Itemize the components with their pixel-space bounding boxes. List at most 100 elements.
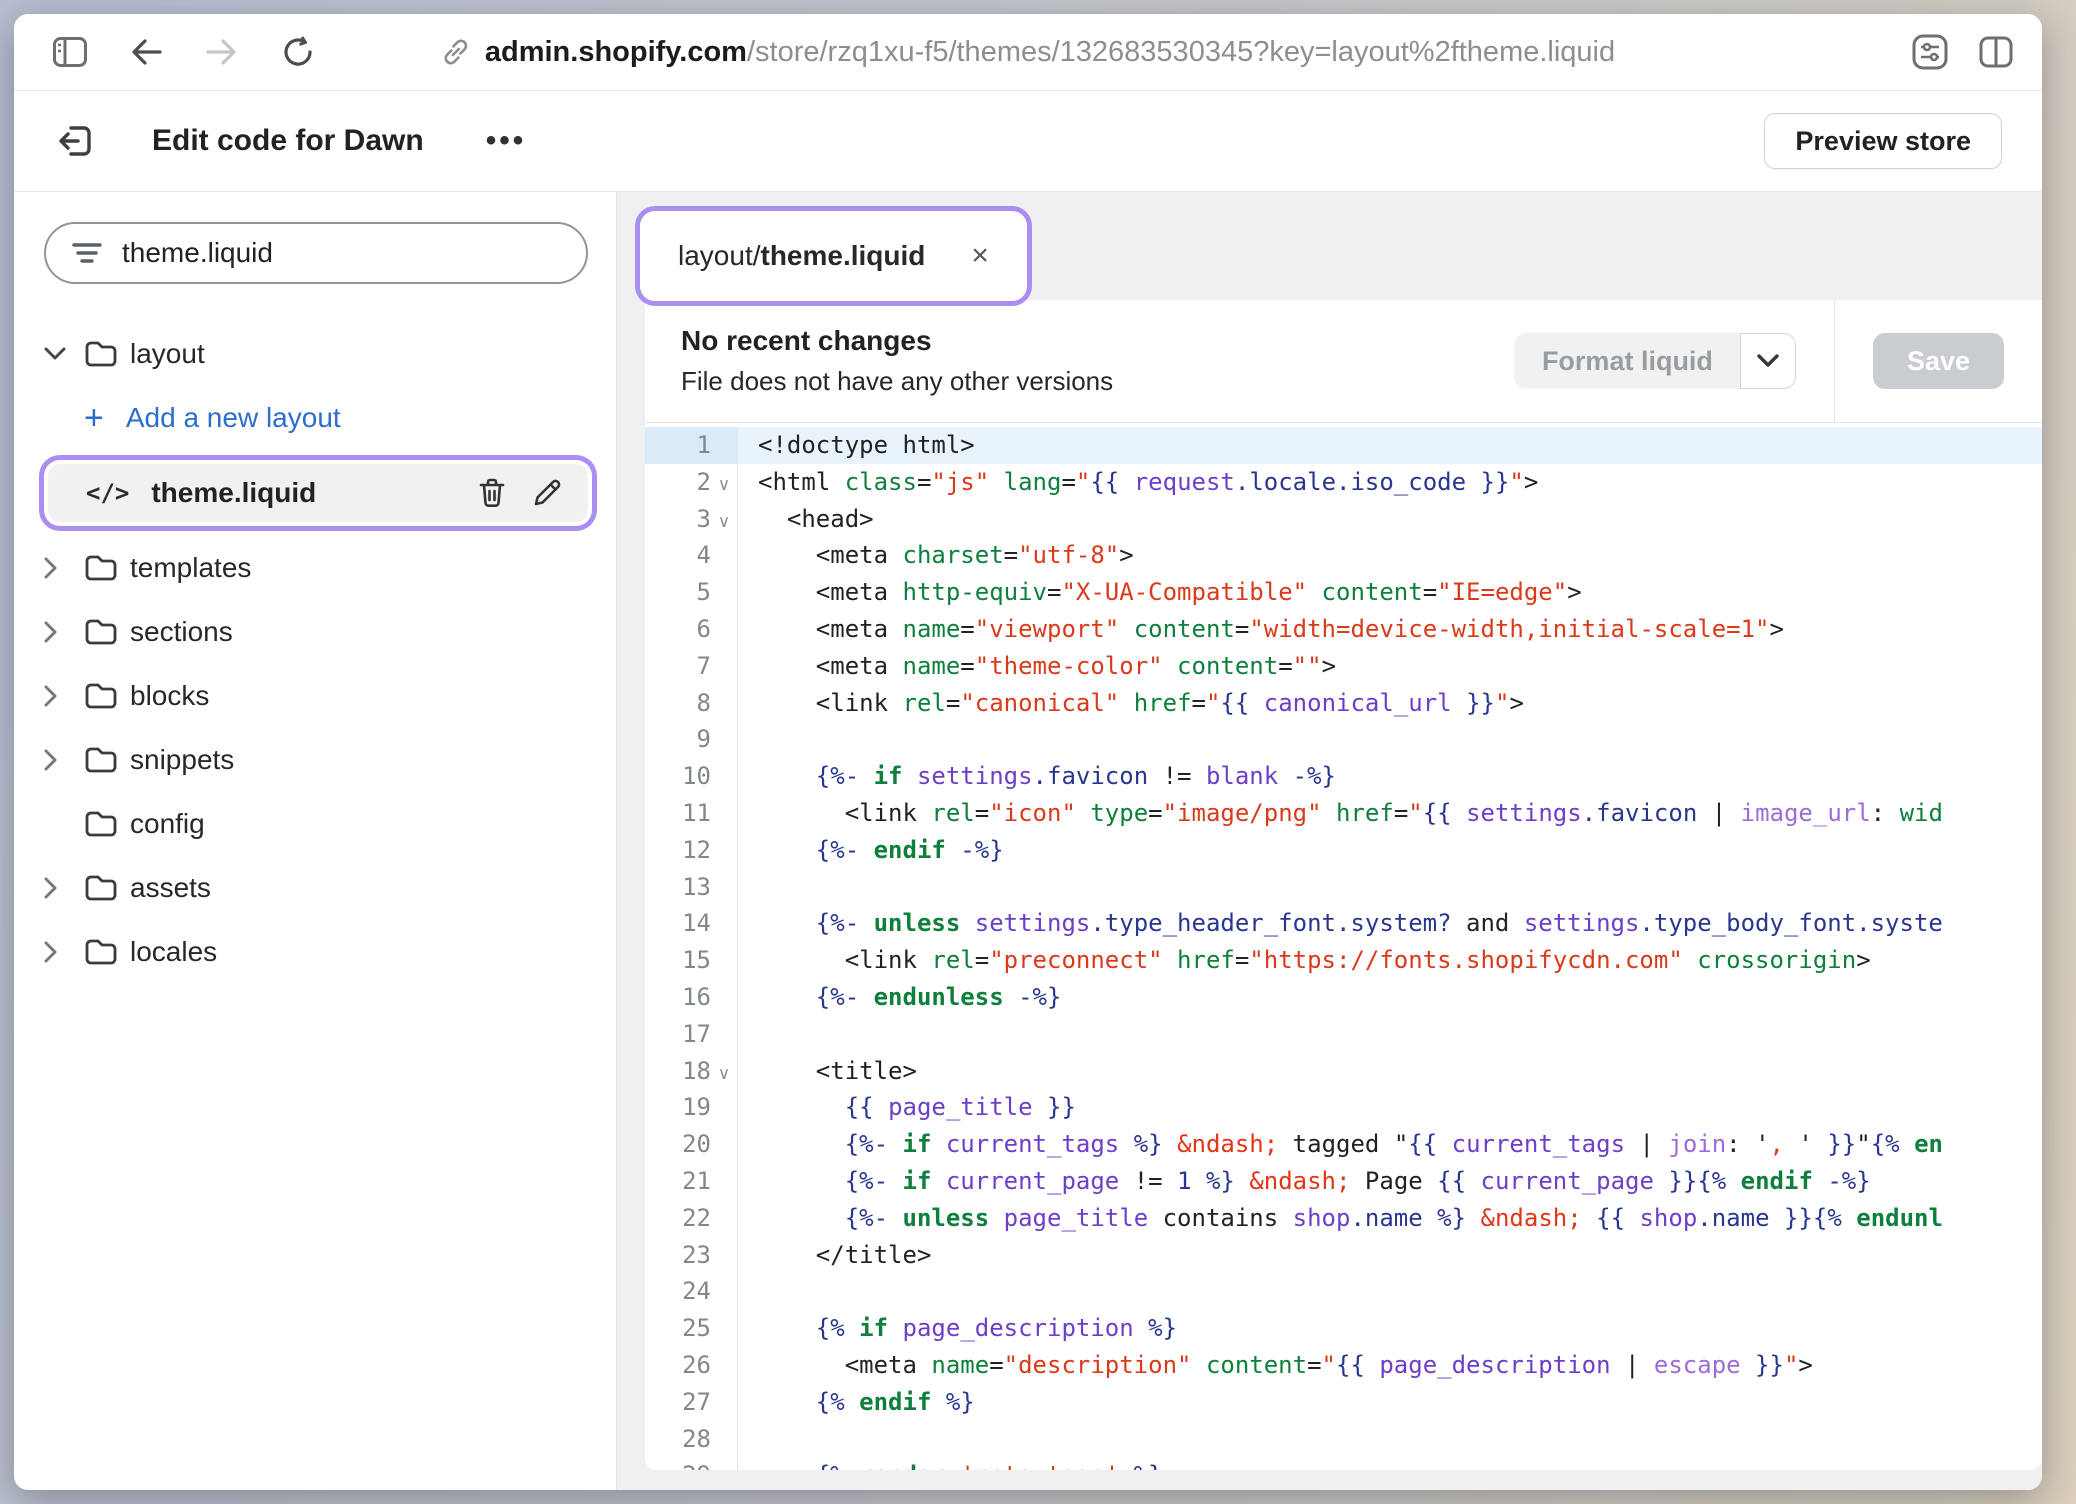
code-content[interactable]: <html class="js" lang="{{ request.locale… xyxy=(737,464,2042,501)
add-layout-button[interactable]: +Add a new layout xyxy=(44,386,588,450)
page-settings-icon[interactable] xyxy=(1912,34,1948,70)
code-line-12[interactable]: 12 {%- endif -%} xyxy=(645,832,2042,869)
code-line-9[interactable]: 9 xyxy=(645,721,2042,758)
code-content[interactable]: {% endif %} xyxy=(737,1384,2042,1421)
more-actions-button[interactable]: ••• xyxy=(486,124,527,158)
chevron-right-icon[interactable] xyxy=(44,749,84,771)
code-content[interactable]: {{ page_title }} xyxy=(737,1089,2042,1126)
code-line-24[interactable]: 24 xyxy=(645,1273,2042,1310)
chevron-right-icon[interactable] xyxy=(44,877,84,899)
reload-icon[interactable] xyxy=(280,34,316,70)
sidebar-item-snippets[interactable]: snippets xyxy=(44,728,588,792)
code-line-29[interactable]: 29 {% render 'meta-tags' %} xyxy=(645,1457,2042,1470)
code-line-2[interactable]: 2∨<html class="js" lang="{{ request.loca… xyxy=(645,464,2042,501)
code-content[interactable]: <!doctype html> xyxy=(737,427,2042,464)
code-content[interactable]: <link rel="canonical" href="{{ canonical… xyxy=(737,685,2042,722)
split-view-icon[interactable] xyxy=(1978,34,2014,70)
gutter-line-19: 19 xyxy=(645,1089,737,1126)
format-liquid-button[interactable]: Format liquid xyxy=(1514,333,1741,389)
sidebar-item-layout[interactable]: layout xyxy=(44,322,588,386)
code-content[interactable]: <meta name="theme-color" content=""> xyxy=(737,648,2042,685)
fold-chevron-icon[interactable]: ∨ xyxy=(711,498,737,541)
back-icon[interactable] xyxy=(128,34,164,70)
chevron-right-icon[interactable] xyxy=(44,685,84,707)
exit-editor-icon[interactable] xyxy=(54,120,96,162)
code-line-11[interactable]: 11 <link rel="icon" type="image/png" hre… xyxy=(645,795,2042,832)
code-content[interactable]: {%- endunless -%} xyxy=(737,979,2042,1016)
code-line-21[interactable]: 21 {%- if current_page != 1 %} &ndash; P… xyxy=(645,1163,2042,1200)
preview-store-button[interactable]: Preview store xyxy=(1764,113,2002,169)
code-line-3[interactable]: 3∨ <head> xyxy=(645,501,2042,538)
gutter-line-22: 22 xyxy=(645,1200,737,1237)
sidebar-item-locales[interactable]: locales xyxy=(44,920,588,984)
code-content[interactable] xyxy=(737,869,2042,906)
code-line-1[interactable]: 1<!doctype html> xyxy=(645,427,2042,464)
code-content[interactable]: {%- unless page_title contains shop.name… xyxy=(737,1200,2042,1237)
address-bar[interactable]: admin.shopify.com/store/rzq1xu-f5/themes… xyxy=(441,14,1615,90)
trash-icon[interactable] xyxy=(478,478,506,508)
code-content[interactable]: {% render 'meta-tags' %} xyxy=(737,1457,2042,1470)
code-content[interactable]: <meta charset="utf-8"> xyxy=(737,537,2042,574)
code-line-6[interactable]: 6 <meta name="viewport" content="width=d… xyxy=(645,611,2042,648)
code-content[interactable]: {% if page_description %} xyxy=(737,1310,2042,1347)
code-content[interactable]: {%- unless settings.type_header_font.sys… xyxy=(737,905,2042,942)
code-line-17[interactable]: 17 xyxy=(645,1016,2042,1053)
format-liquid-dropdown[interactable] xyxy=(1740,333,1796,389)
sidebar-item-theme-liquid[interactable]: </>theme.liquid xyxy=(48,464,588,522)
code-content[interactable]: <link rel="preconnect" href="https://fon… xyxy=(737,942,2042,979)
code-line-23[interactable]: 23 </title> xyxy=(645,1237,2042,1274)
code-content[interactable]: {%- if current_tags %} &ndash; tagged "{… xyxy=(737,1126,2042,1163)
code-line-4[interactable]: 4 <meta charset="utf-8"> xyxy=(645,537,2042,574)
code-content[interactable]: {%- endif -%} xyxy=(737,832,2042,869)
code-content[interactable] xyxy=(737,1273,2042,1310)
code-content[interactable] xyxy=(737,1016,2042,1053)
code-line-18[interactable]: 18∨ <title> xyxy=(645,1053,2042,1090)
tab-theme-liquid[interactable]: layout/theme.liquid × xyxy=(650,221,1017,291)
code-content[interactable]: {%- if current_page != 1 %} &ndash; Page… xyxy=(737,1163,2042,1200)
gutter-line-6: 6 xyxy=(645,611,737,648)
code-line-8[interactable]: 8 <link rel="canonical" href="{{ canonic… xyxy=(645,685,2042,722)
code-content[interactable]: <title> xyxy=(737,1053,2042,1090)
code-line-28[interactable]: 28 xyxy=(645,1421,2042,1458)
code-content[interactable]: {%- if settings.favicon != blank -%} xyxy=(737,758,2042,795)
code-editor[interactable]: 1<!doctype html>2∨<html class="js" lang=… xyxy=(645,423,2042,1470)
save-button[interactable]: Save xyxy=(1873,333,2004,389)
code-content[interactable]: <meta name="viewport" content="width=dev… xyxy=(737,611,2042,648)
code-content[interactable]: <meta name="description" content="{{ pag… xyxy=(737,1347,2042,1384)
sidebar-toggle-icon[interactable] xyxy=(52,34,88,70)
close-tab-icon[interactable]: × xyxy=(971,241,989,271)
sidebar-item-sections[interactable]: sections xyxy=(44,600,588,664)
code-line-10[interactable]: 10 {%- if settings.favicon != blank -%} xyxy=(645,758,2042,795)
code-line-22[interactable]: 22 {%- unless page_title contains shop.n… xyxy=(645,1200,2042,1237)
code-line-20[interactable]: 20 {%- if current_tags %} &ndash; tagged… xyxy=(645,1126,2042,1163)
code-line-25[interactable]: 25 {% if page_description %} xyxy=(645,1310,2042,1347)
code-line-14[interactable]: 14 {%- unless settings.type_header_font.… xyxy=(645,905,2042,942)
fold-chevron-icon[interactable]: ∨ xyxy=(711,1050,737,1093)
code-content[interactable]: </title> xyxy=(737,1237,2042,1274)
file-search-input[interactable]: theme.liquid xyxy=(44,222,588,284)
code-content[interactable] xyxy=(737,721,2042,758)
pencil-icon[interactable] xyxy=(532,478,562,508)
code-line-13[interactable]: 13 xyxy=(645,869,2042,906)
code-line-7[interactable]: 7 <meta name="theme-color" content=""> xyxy=(645,648,2042,685)
code-line-15[interactable]: 15 <link rel="preconnect" href="https://… xyxy=(645,942,2042,979)
sidebar-item-assets[interactable]: assets xyxy=(44,856,588,920)
fold-spacer xyxy=(711,1362,737,1368)
chevron-down-icon[interactable] xyxy=(44,347,84,361)
code-line-16[interactable]: 16 {%- endunless -%} xyxy=(645,979,2042,1016)
code-content[interactable]: <head> xyxy=(737,501,2042,538)
chevron-right-icon[interactable] xyxy=(44,621,84,643)
forward-icon[interactable] xyxy=(204,34,240,70)
code-line-5[interactable]: 5 <meta http-equiv="X-UA-Compatible" con… xyxy=(645,574,2042,611)
code-content[interactable] xyxy=(737,1421,2042,1458)
code-content[interactable]: <link rel="icon" type="image/png" href="… xyxy=(737,795,2042,832)
sidebar-item-config[interactable]: config xyxy=(44,792,588,856)
chevron-right-icon[interactable] xyxy=(44,941,84,963)
code-line-26[interactable]: 26 <meta name="description" content="{{ … xyxy=(645,1347,2042,1384)
sidebar-item-blocks[interactable]: blocks xyxy=(44,664,588,728)
code-line-27[interactable]: 27 {% endif %} xyxy=(645,1384,2042,1421)
code-content[interactable]: <meta http-equiv="X-UA-Compatible" conte… xyxy=(737,574,2042,611)
sidebar-item-templates[interactable]: templates xyxy=(44,536,588,600)
chevron-right-icon[interactable] xyxy=(44,557,84,579)
code-line-19[interactable]: 19 {{ page_title }} xyxy=(645,1089,2042,1126)
